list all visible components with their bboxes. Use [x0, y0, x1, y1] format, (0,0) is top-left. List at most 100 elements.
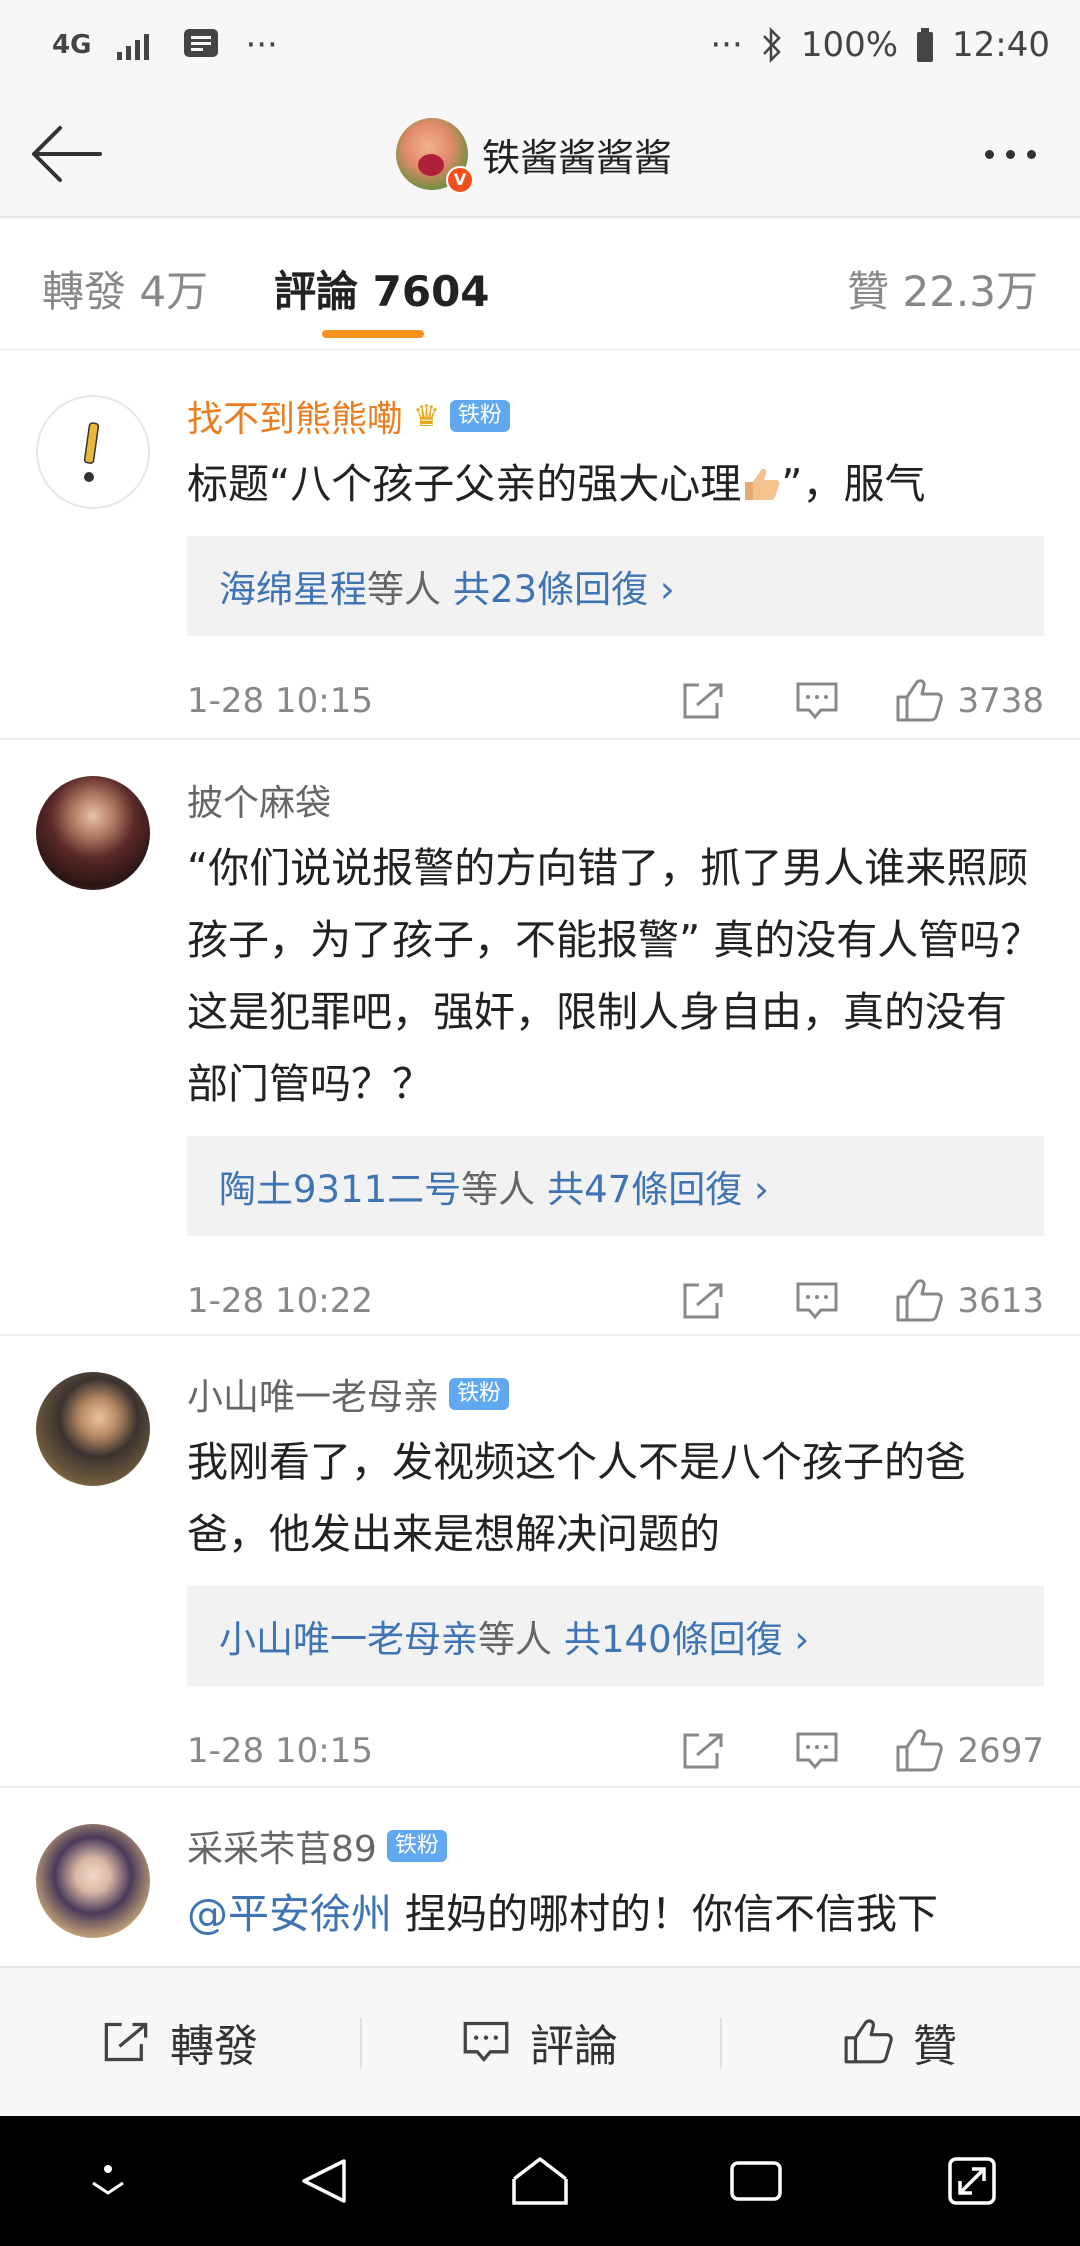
thumbs-up-icon — [896, 1729, 944, 1772]
comment-text[interactable]: @平安徐州 捏妈的哪村的！你信不信我下 — [187, 1878, 1044, 1950]
nav-home-button[interactable] — [480, 2131, 600, 2231]
tab-bar: 轉發 4万 評論 7604 贊 22.3万 — [0, 218, 1080, 350]
comment-text[interactable]: 我刚看了，发视频这个人不是八个孩子的爸爸，他发出来是想解决问题的 — [187, 1426, 1044, 1570]
nav-recents-button[interactable] — [696, 2131, 816, 2231]
comment-body: 小山唯一老母亲 铁粉 我刚看了，发视频这个人不是八个孩子的爸爸，他发出来是想解决… — [187, 1366, 1044, 1796]
exclamation-avatar-icon — [83, 422, 100, 482]
reply-count-link[interactable]: 共47條回復 › — [547, 1159, 769, 1213]
bluetooth-icon — [761, 27, 783, 63]
comment-item: 找不到熊熊嘞 ♛ 铁粉 标题“八个孩子父亲的强大心理 ”，服气 海绵星程 等人 共23… — [0, 350, 1080, 740]
repost-button[interactable]: 轉發 — [0, 1968, 360, 2116]
status-left: 4G ··· — [52, 25, 278, 65]
reply-others-label: 等人 — [461, 1168, 536, 1211]
tab-likes[interactable]: 贊 22.3万 — [847, 258, 1038, 319]
commenter-avatar[interactable] — [36, 776, 150, 890]
like-post-button[interactable]: 贊 — [720, 1968, 1080, 2116]
comment-footer: 1-28 10:15 3738 — [187, 656, 1044, 746]
replies-preview[interactable]: 海绵星程 等人 共23條回復 › — [187, 536, 1044, 636]
status-bar: 4G ··· ··· 100% 12:40 — [0, 0, 1080, 90]
repost-icon[interactable] — [673, 1731, 733, 1771]
more-notifications-indicator: ··· — [245, 25, 278, 65]
reply-user[interactable]: 小山唯一老母亲 — [219, 1609, 478, 1663]
commenter-name[interactable]: 小山唯一老母亲 — [187, 1368, 439, 1420]
nav-back-button[interactable] — [264, 2131, 384, 2231]
comment-body: 采采芣苢89 铁粉 @平安徐州 捏妈的哪村的！你信不信我下 — [187, 1818, 1044, 1950]
comment-text-part: 捏妈的哪村的！你信不信我下 — [392, 1890, 939, 1938]
more-dot-icon — [1026, 149, 1036, 159]
header-title[interactable]: 铁酱酱酱酱 — [482, 127, 672, 182]
back-arrow-icon — [32, 126, 102, 182]
nav-hide-button[interactable] — [48, 2131, 168, 2231]
status-right: ··· 100% 12:40 — [710, 25, 1050, 65]
reply-user[interactable]: 海绵星程 — [219, 559, 367, 613]
bottom-action-bar: 轉發 評論 贊 — [0, 1966, 1080, 2116]
back-button[interactable] — [24, 116, 108, 192]
like-button[interactable]: 3738 — [895, 679, 1044, 723]
comment-actions: 2697 — [673, 1706, 1044, 1796]
comment-icon[interactable] — [787, 1731, 847, 1771]
commenter-avatar[interactable] — [36, 1824, 150, 1938]
comment-text[interactable]: 标题“八个孩子父亲的强大心理 ”，服气 — [187, 448, 1044, 520]
comment-item: 披个麻袋 “你们说说报警的方向错了，抓了男人谁来照顾孩子，为了孩子，不能报警” … — [0, 740, 1080, 1336]
header-profile[interactable]: V 铁酱酱酱酱 — [396, 116, 672, 194]
more-dot-icon — [1005, 149, 1015, 159]
comment-button[interactable]: 評論 — [360, 1968, 720, 2116]
comment-text-part: 标题“八个孩子父亲的强大心理 — [187, 460, 742, 508]
fan-badge: 铁粉 — [386, 1830, 447, 1862]
mention-link[interactable]: @平安徐州 — [187, 1890, 392, 1938]
chevron-down-dot-icon — [92, 2165, 124, 2195]
thumbs-up-icon — [896, 679, 944, 722]
battery-icon — [916, 28, 934, 62]
tab-comments[interactable]: 評論 7604 — [274, 258, 490, 319]
comment-text[interactable]: “你们说说报警的方向错了，抓了男人谁来照顾孩子，为了孩子，不能报警” 真的没有人… — [187, 832, 1044, 1120]
repost-icon[interactable] — [673, 1281, 733, 1321]
nav-expand-button[interactable] — [912, 2131, 1032, 2231]
fan-badge: 铁粉 — [449, 400, 510, 432]
more-dot-icon — [984, 149, 994, 159]
comment-time: 1-28 10:15 — [187, 681, 373, 721]
like-button[interactable]: 2697 — [895, 1729, 1044, 1773]
reply-others-label: 等人 — [478, 1618, 552, 1661]
reply-count-link[interactable]: 共140條回復 › — [564, 1609, 809, 1663]
comment-icon[interactable] — [787, 681, 847, 721]
repost-label: 轉發 — [170, 2021, 258, 2072]
thumbs-up-icon — [896, 1279, 944, 1322]
comment-label: 評論 — [530, 2021, 618, 2072]
header-avatar[interactable]: V — [396, 118, 474, 194]
comment-name-row: 找不到熊熊嘞 ♛ 铁粉 — [187, 388, 1044, 444]
verified-badge-icon: V — [446, 166, 474, 194]
comment-name-row: 采采芣苢89 铁粉 — [187, 1818, 1044, 1874]
signal-icon — [117, 30, 157, 60]
commenter-name[interactable]: 采采芣苢89 — [187, 1820, 377, 1872]
tab-reposts[interactable]: 轉發 4万 — [42, 258, 208, 319]
like-count: 3738 — [957, 681, 1044, 721]
commenter-name[interactable]: 找不到熊熊嘞 — [187, 390, 403, 442]
replies-preview[interactable]: 小山唯一老母亲 等人 共140條回復 › — [187, 1586, 1044, 1686]
comment-actions: 3738 — [673, 656, 1044, 746]
more-options-button[interactable] — [970, 126, 1050, 182]
avatar-mouth-shape — [418, 154, 444, 176]
comment-body: 披个麻袋 “你们说说报警的方向错了，抓了男人谁来照顾孩子，为了孩子，不能报警” … — [187, 772, 1044, 1346]
comment-footer: 1-28 10:22 3613 — [187, 1256, 1044, 1346]
battery-percent: 100% — [800, 25, 899, 65]
active-tab-indicator — [322, 330, 424, 338]
thumbs-up-emoji-icon — [745, 468, 780, 500]
commenter-avatar[interactable] — [36, 1372, 150, 1486]
comment-icon[interactable] — [787, 1281, 847, 1321]
system-navigation-bar — [0, 2116, 1080, 2246]
reply-user[interactable]: 陶土9311二号 — [219, 1159, 461, 1213]
home-icon — [512, 2157, 568, 2205]
commenter-name[interactable]: 披个麻袋 — [187, 774, 331, 826]
clock: 12:40 — [952, 25, 1050, 65]
replies-preview[interactable]: 陶土9311二号 等人 共47條回復 › — [187, 1136, 1044, 1236]
commenter-avatar[interactable] — [36, 395, 150, 509]
comment-text-part: ”，服气 — [781, 460, 926, 508]
page: 4G ··· ··· 100% 12:40 V 铁酱酱酱酱 轉發 4万 評論 7… — [0, 0, 1080, 2246]
thumbs-up-icon — [844, 2019, 893, 2064]
like-count: 2697 — [957, 1731, 1044, 1771]
like-button[interactable]: 3613 — [895, 1279, 1044, 1323]
repost-icon[interactable] — [673, 681, 733, 721]
reply-count-link[interactable]: 共23條回復 › — [453, 559, 675, 613]
message-notification-icon — [183, 28, 219, 62]
comment-item: 采采芣苢89 铁粉 @平安徐州 捏妈的哪村的！你信不信我下 — [0, 1788, 1080, 1968]
